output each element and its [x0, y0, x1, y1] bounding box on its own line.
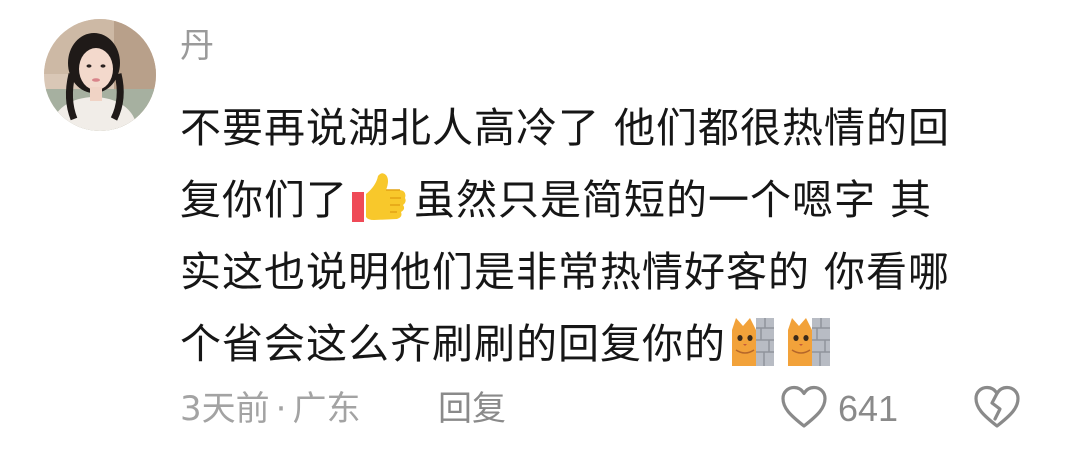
- heart-icon: [780, 385, 828, 433]
- comment-line: 复你们了 虽然只是简短的一个嗯字 其: [180, 164, 1040, 236]
- comment-meta: 3天前 · 广东: [180, 385, 360, 433]
- comment-text-segment: 个省会这么齐刷刷的回复你的: [180, 320, 726, 368]
- like-count: 641: [838, 388, 899, 429]
- meta-separator: ·: [275, 389, 287, 429]
- comment-line: 实这也说明他们是非常热情好客的 你看哪: [180, 248, 951, 296]
- comment-text: 不要再说湖北人高冷了 他们都很热情的回 复你们了 虽然只是简短的一个嗯字 其 实…: [180, 92, 1040, 380]
- cat-behind-wall-icon: [728, 316, 776, 390]
- comment-location: 广东: [292, 389, 361, 429]
- broken-heart-icon: [973, 385, 1021, 433]
- comment-line: 不要再说湖北人高冷了 他们都很热情的回: [180, 104, 951, 152]
- reply-button[interactable]: 回复: [438, 385, 506, 433]
- avatar[interactable]: [44, 19, 156, 131]
- username[interactable]: 丹: [180, 22, 214, 70]
- thumbs-up-icon: [350, 172, 408, 246]
- comment-time: 3天前: [180, 389, 270, 429]
- comment-line: 个省会这么齐刷刷的回复你的: [180, 308, 1040, 380]
- comment-item: 丹 不要再说湖北人高冷了 他们都很热情的回 复你们了 虽然只是简短的一个嗯字 其…: [0, 0, 1077, 455]
- avatar-image: [44, 19, 156, 131]
- cat-behind-wall-icon: [784, 316, 832, 390]
- comment-text-segment: 虽然只是简短的一个嗯字 其: [414, 176, 933, 224]
- dislike-button[interactable]: [973, 385, 1021, 433]
- comment-text-segment: 复你们了: [180, 176, 348, 224]
- like-button[interactable]: 641: [780, 385, 898, 433]
